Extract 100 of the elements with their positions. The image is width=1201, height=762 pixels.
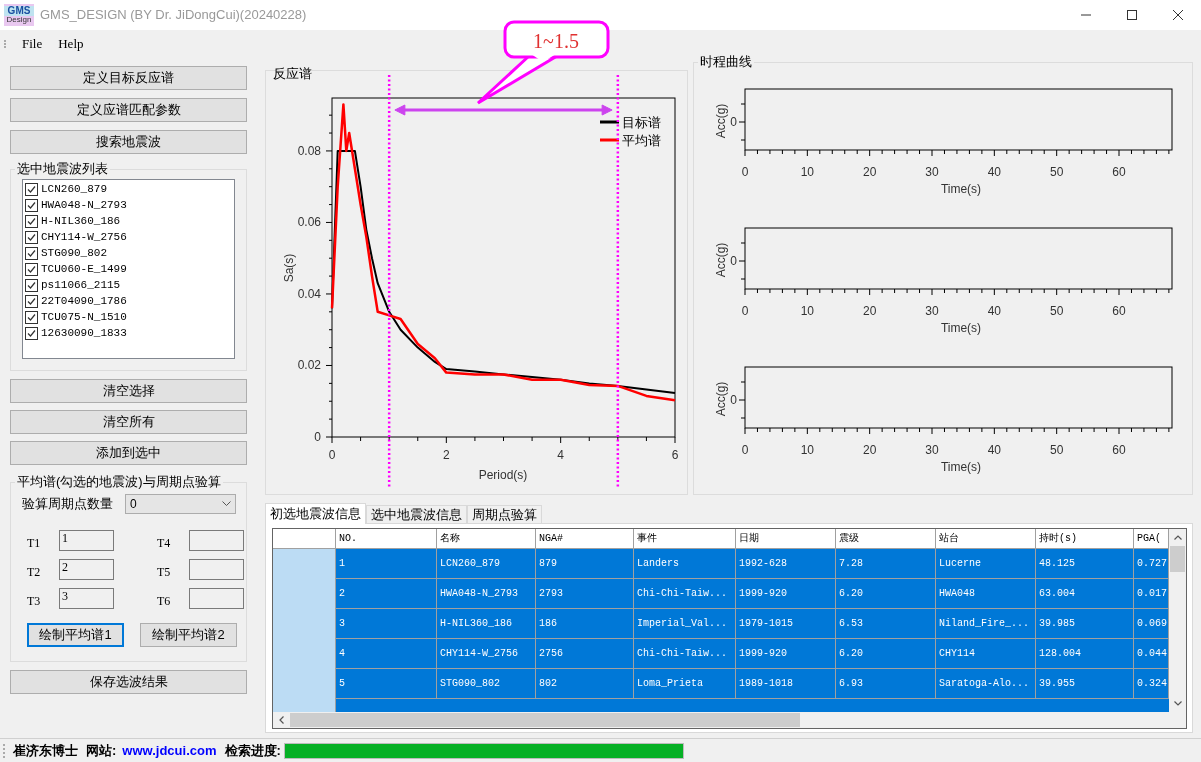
column-header[interactable]: 事件: [634, 529, 736, 549]
action-button[interactable]: 搜索地震波: [10, 130, 247, 154]
tick-label: 20: [863, 165, 877, 179]
tick-label: 0: [730, 254, 737, 268]
legend-swatch: [600, 120, 619, 124]
checkmark-icon: [26, 215, 37, 227]
input-field[interactable]: [189, 558, 244, 580]
group-title: 平均谱(勾选的地震波)与周期点验算: [15, 474, 223, 490]
checkmark-icon: [26, 279, 37, 291]
axis-title: Acc(g): [714, 381, 728, 417]
callout-text: 1~1.5: [533, 30, 579, 52]
field-label: T2: [27, 564, 42, 581]
checkmark-icon: [26, 263, 37, 275]
wave-checkbox[interactable]: HWA048-N_2793: [23, 197, 234, 213]
field-label: T4: [157, 535, 172, 552]
axis-title: Sa(s): [282, 253, 296, 283]
column-header[interactable]: 日期: [736, 529, 836, 549]
axis-title: Period(s): [478, 468, 528, 482]
action-button[interactable]: 添加到选中: [10, 441, 247, 465]
checkmark-icon: [26, 295, 37, 307]
scroll-up-icon[interactable]: [1173, 535, 1182, 540]
scroll-thumb[interactable]: [1170, 546, 1185, 572]
scroll-thumb[interactable]: [290, 713, 800, 727]
column-header[interactable]: 震级: [836, 529, 936, 549]
wave-checkbox[interactable]: 22T04090_1786: [23, 293, 234, 309]
tick-label: 30: [925, 443, 939, 457]
tick-label: 10: [800, 165, 814, 179]
tick-label: 30: [925, 304, 939, 318]
plot-button[interactable]: 绘制平均谱2: [140, 623, 237, 647]
action-button[interactable]: 清空所有: [10, 410, 247, 434]
tick-label: 10: [800, 304, 814, 318]
tick-label: 40: [987, 304, 1001, 318]
tick-label: 50: [1050, 165, 1064, 179]
field-label: T5: [157, 564, 172, 581]
axis-title: Time(s): [940, 182, 982, 196]
wave-checkbox[interactable]: TCU060-E_1499: [23, 261, 234, 277]
y-axis: [738, 103, 746, 141]
wave-checkbox[interactable]: ps11066_2115: [23, 277, 234, 293]
tick-label: 6: [671, 448, 679, 462]
column-header[interactable]: PGA(: [1134, 529, 1169, 549]
tick-label: 0.08: [297, 143, 321, 158]
tab[interactable]: 选中地震波信息: [366, 505, 467, 523]
plot-button[interactable]: 绘制平均谱1: [27, 623, 124, 647]
tick-label: 0: [314, 430, 321, 444]
maximize-icon[interactable]: [1127, 10, 1137, 20]
table-row[interactable]: 5 STG090_802 802 Loma_Prieta 1989-1018 6.93 Saratoga-Alo... 39.955 0.324: [336, 669, 1169, 699]
input-field[interactable]: 2: [59, 558, 114, 580]
tick-label: 0: [730, 393, 737, 407]
tab[interactable]: 初选地震波信息: [265, 503, 366, 524]
checkmark-icon: [26, 199, 37, 211]
input-field[interactable]: [189, 529, 244, 551]
table-row[interactable]: 3 H-NIL360_186 186 Imperial_Val... 1979-1015 6.53 Niland_Fire_... 39.985 0.069: [336, 609, 1169, 639]
field-label: T6: [157, 593, 172, 610]
input-field[interactable]: 3: [59, 587, 114, 609]
row-header[interactable]: [273, 549, 336, 579]
axis-title: Acc(g): [714, 103, 728, 139]
scroll-down-icon[interactable]: [1173, 701, 1182, 706]
scroll-left-icon[interactable]: [278, 716, 284, 724]
header-cell: [273, 529, 336, 549]
action-button[interactable]: 清空选择: [10, 379, 247, 403]
column-header[interactable]: NO.: [336, 529, 437, 549]
group-title: 选中地震波列表: [15, 161, 110, 177]
column-header[interactable]: 名称: [437, 529, 536, 549]
vertical-scrollbar[interactable]: [1169, 529, 1186, 728]
checkmark-icon: [26, 231, 37, 243]
horizontal-scrollbar[interactable]: [273, 712, 1169, 728]
input-field[interactable]: 1: [59, 529, 114, 551]
menu-item[interactable]: File: [14, 34, 51, 54]
tab[interactable]: 周期点验算: [467, 505, 542, 523]
tick-label: 50: [1050, 304, 1064, 318]
checkmark-icon: [26, 311, 37, 323]
wave-checkbox[interactable]: LCN260_879: [23, 181, 234, 197]
tick-label: 2: [443, 448, 450, 462]
tick-label: 0: [741, 443, 749, 457]
wave-checkbox[interactable]: 12630090_1833: [23, 325, 234, 341]
tick-label: 0: [328, 448, 336, 462]
column-header[interactable]: 持时(s): [1036, 529, 1134, 549]
tick-label: 10: [800, 443, 814, 457]
close-icon[interactable]: [1173, 10, 1183, 20]
action-button[interactable]: 定义应谱匹配参数: [10, 98, 247, 122]
table-row[interactable]: 2 HWA048-N_2793 2793 Chi-Chi-Taiw... 1999-920 6.20 HWA048 63.004 0.017: [336, 579, 1169, 609]
wave-checkbox[interactable]: H-NIL360_186: [23, 213, 234, 229]
column-header[interactable]: NGA#: [536, 529, 634, 549]
column-header[interactable]: 站台: [936, 529, 1036, 549]
wave-checkbox[interactable]: TCU075-N_1510: [23, 309, 234, 325]
input-field[interactable]: [189, 587, 244, 609]
website-link[interactable]: www.jdcui.com: [122, 740, 217, 761]
app-icon: GMS Design: [4, 4, 34, 26]
save-button[interactable]: 保存选波结果: [10, 670, 247, 694]
table-row[interactable]: 4 CHY114-W_2756 2756 Chi-Chi-Taiw... 1999-920 6.20 CHY114 128.004 0.044: [336, 639, 1169, 669]
wave-checkbox[interactable]: CHY114-W_2756: [23, 229, 234, 245]
wave-checkbox[interactable]: STG090_802: [23, 245, 234, 261]
field-label: T3: [27, 593, 42, 610]
table-row[interactable]: 1 LCN260_879 879 Landers 1992-628 7.28 Lucerne 48.125 0.727: [336, 549, 1169, 579]
menu-item[interactable]: Help: [50, 34, 92, 54]
action-button[interactable]: 定义目标反应谱: [10, 66, 247, 90]
tick-label: 40: [987, 443, 1001, 457]
legend-label: 目标谱: [622, 115, 661, 130]
field-label: T1: [27, 535, 42, 552]
dropdown[interactable]: 0: [125, 494, 236, 514]
